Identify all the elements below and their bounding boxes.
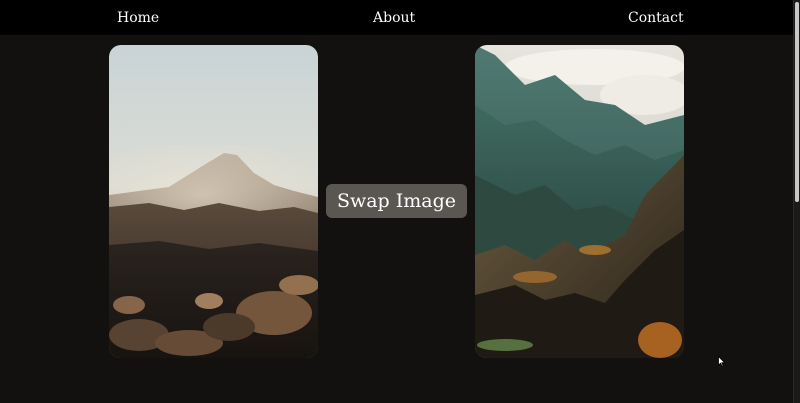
mountain-peak-image (109, 45, 318, 358)
green-valley-illustration (475, 45, 684, 358)
scrollbar-thumb[interactable] (795, 2, 799, 202)
swap-image-button[interactable]: Swap Image (326, 184, 467, 218)
nav-home-link[interactable]: Home (117, 9, 159, 27)
green-valley-image (475, 45, 684, 358)
top-navbar: Home About Contact (0, 0, 794, 35)
mouse-pointer-icon (718, 356, 726, 367)
mountain-peak-illustration (109, 45, 318, 358)
page: Home About Contact Swap Image (0, 0, 800, 403)
vertical-scrollbar[interactable] (793, 0, 800, 403)
nav-contact-link[interactable]: Contact (628, 9, 684, 27)
nav-about-link[interactable]: About (373, 9, 415, 27)
